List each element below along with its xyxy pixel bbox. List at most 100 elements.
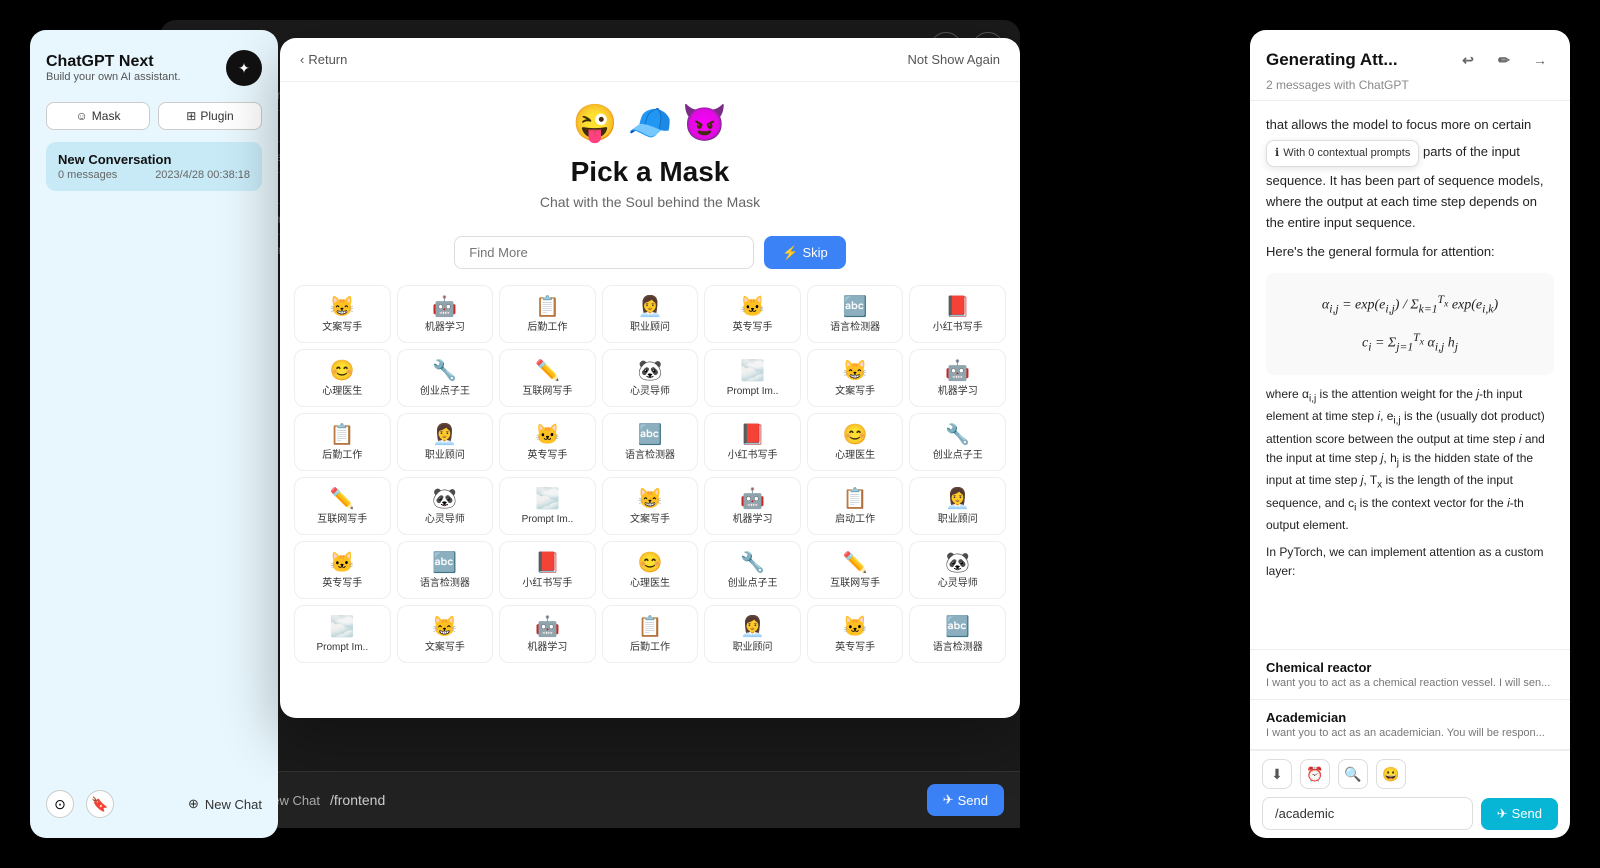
- conversation-title: New Conversation: [58, 152, 250, 167]
- search-row: ⚡ Skip: [280, 236, 1020, 269]
- mask-item[interactable]: 😸文案写手: [294, 285, 391, 343]
- mask-item[interactable]: 📋启动工作: [807, 477, 904, 535]
- mask-emoji-23: 🌫️: [535, 486, 560, 511]
- search-icon[interactable]: 🔍: [1338, 759, 1368, 789]
- dark-chat-input[interactable]: [330, 792, 917, 808]
- mask-label-18: 小红书写手: [728, 450, 778, 462]
- right-chat-input[interactable]: [1262, 797, 1473, 830]
- mask-label-31: 心理医生: [630, 578, 670, 590]
- plugin-label: Plugin: [200, 109, 233, 123]
- mask-label-40: 英专写手: [835, 642, 875, 654]
- mask-item[interactable]: 😸文案写手: [807, 349, 904, 407]
- bookmark-icon[interactable]: 🔖: [86, 790, 114, 818]
- mask-label-30: 小红书写手: [522, 578, 572, 590]
- send-icon: ✈: [1497, 806, 1508, 822]
- mask-item[interactable]: 🔤语言检测器: [807, 285, 904, 343]
- mask-item[interactable]: 😸文案写手: [397, 605, 494, 663]
- mask-item[interactable]: 🔤语言检测器: [602, 413, 699, 471]
- mask-item[interactable]: 📋后勤工作: [602, 605, 699, 663]
- mask-item[interactable]: 🤖机器学习: [499, 605, 596, 663]
- mask-item[interactable]: 😊心理医生: [807, 413, 904, 471]
- mask-emoji-4: 🐱: [740, 294, 765, 319]
- mask-item[interactable]: 🐱英专写手: [807, 605, 904, 663]
- mask-item[interactable]: 🌫️Prompt Im..: [499, 477, 596, 535]
- send-label: Send: [1512, 806, 1542, 821]
- mask-emoji-8: 🔧: [432, 358, 457, 383]
- emoji-icon[interactable]: 😀: [1376, 759, 1406, 789]
- mask-item[interactable]: 🐼心灵导师: [909, 541, 1006, 599]
- dark-send-button[interactable]: ✈ Send: [927, 784, 1004, 816]
- mask-item[interactable]: 👩‍💼职业顾问: [704, 605, 801, 663]
- mask-item[interactable]: 😊心理医生: [602, 541, 699, 599]
- right-panel-title-row: Generating Att... ↩ ✏ →: [1266, 46, 1554, 74]
- mask-label-13: 机器学习: [938, 386, 978, 398]
- mask-item[interactable]: 📕小红书写手: [499, 541, 596, 599]
- conversation-meta: 0 messages 2023/4/28 00:38:18: [58, 169, 250, 181]
- modal-return-button[interactable]: ‹ Return: [300, 52, 347, 67]
- share-icon[interactable]: →: [1526, 46, 1554, 74]
- right-subtitle: 2 messages with ChatGPT: [1266, 78, 1554, 92]
- mask-item[interactable]: 🔧创业点子王: [704, 541, 801, 599]
- new-chat-label: New Chat: [205, 797, 262, 812]
- mask-label-15: 职业顾问: [425, 450, 465, 462]
- mask-item[interactable]: 🐱英专写手: [499, 413, 596, 471]
- mask-item[interactable]: 👩‍💼职业顾问: [602, 285, 699, 343]
- mask-item[interactable]: 😊心理医生: [294, 349, 391, 407]
- mask-item[interactable]: 📋后勤工作: [499, 285, 596, 343]
- undo-icon[interactable]: ↩: [1454, 46, 1482, 74]
- mask-label-22: 心灵导师: [425, 514, 465, 526]
- chevron-left-icon: ‹: [300, 52, 304, 67]
- prompt-card-1[interactable]: Chemical reactor I want you to act as a …: [1250, 650, 1570, 700]
- mask-label-0: 文案写手: [322, 322, 362, 334]
- mask-search-input[interactable]: [454, 236, 754, 269]
- mask-item[interactable]: ✏️互联网写手: [807, 541, 904, 599]
- left-sidebar: ChatGPT Next Build your own AI assistant…: [30, 30, 278, 838]
- mask-item[interactable]: 🔤语言检测器: [397, 541, 494, 599]
- mask-item[interactable]: 🔧 创业点子王: [909, 413, 1006, 471]
- mask-emoji-17: 🔤: [638, 422, 663, 447]
- mask-item[interactable]: 🐱英专写手: [704, 285, 801, 343]
- not-show-again-button[interactable]: Not Show Again: [907, 52, 1000, 67]
- right-send-button[interactable]: ✈ Send: [1481, 798, 1558, 830]
- collapse-icon[interactable]: ⬇: [1262, 759, 1292, 789]
- mask-item[interactable]: 🌫️Prompt Im..: [294, 605, 391, 663]
- mask-item[interactable]: 📕小红书写手: [704, 413, 801, 471]
- mask-item[interactable]: 🐱英专写手: [294, 541, 391, 599]
- mask-item[interactable]: 😸文案写手: [602, 477, 699, 535]
- mask-item[interactable]: 👩‍💼职业顾问: [909, 477, 1006, 535]
- edit-icon[interactable]: ✏: [1490, 46, 1518, 74]
- mask-item[interactable]: 🐼心灵导师: [602, 349, 699, 407]
- mask-item[interactable]: 🐼心灵导师: [397, 477, 494, 535]
- mask-label-32: 创业点子王: [728, 578, 778, 590]
- mask-emoji-29: 🔤: [432, 550, 457, 575]
- plugin-tab[interactable]: ⊞ Plugin: [158, 102, 262, 130]
- mask-item[interactable]: 🤖机器学习: [909, 349, 1006, 407]
- mask-item[interactable]: 🔧创业点子王: [397, 349, 494, 407]
- new-chat-button[interactable]: ⊕ New Chat: [188, 796, 262, 812]
- brand-info: ChatGPT Next Build your own AI assistant…: [46, 53, 181, 83]
- settings-icon[interactable]: ⊙: [46, 790, 74, 818]
- clock-icon[interactable]: ⏰: [1300, 759, 1330, 789]
- mask-tab[interactable]: ☺ Mask: [46, 102, 150, 130]
- skip-button[interactable]: ⚡ Skip: [764, 236, 845, 269]
- intro-text: that allows the model to focus more on c…: [1266, 115, 1554, 234]
- mask-label-9: 互联网写手: [522, 386, 572, 398]
- mask-label-20: 创业点子王: [933, 450, 983, 462]
- mask-emoji-28: 🐱: [330, 550, 355, 575]
- mask-item[interactable]: ✏️互联网写手: [294, 477, 391, 535]
- mask-item[interactable]: 🔤语言检测器: [909, 605, 1006, 663]
- mask-item[interactable]: ✏️互联网写手: [499, 349, 596, 407]
- mask-emoji-20: 🔧: [945, 422, 970, 447]
- mask-item[interactable]: 🤖机器学习: [397, 285, 494, 343]
- mask-item[interactable]: 🤖机器学习: [704, 477, 801, 535]
- conversation-item[interactable]: New Conversation 0 messages 2023/4/28 00…: [46, 142, 262, 191]
- mask-emoji-3: 👩‍💼: [638, 294, 663, 319]
- mask-item[interactable]: 📋 后勤工作: [294, 413, 391, 471]
- app-subtitle: Build your own AI assistant.: [46, 71, 181, 83]
- mask-item[interactable]: 👩‍💼职业顾问: [397, 413, 494, 471]
- mask-item[interactable]: 📕小红书写手: [909, 285, 1006, 343]
- prompt-card-2[interactable]: Academician I want you to act as an acad…: [1250, 700, 1570, 750]
- mask-item[interactable]: 🌫️Prompt Im..: [704, 349, 801, 407]
- mask-label-14: 后勤工作: [322, 450, 362, 462]
- mask-emoji-14: 📋: [330, 422, 355, 447]
